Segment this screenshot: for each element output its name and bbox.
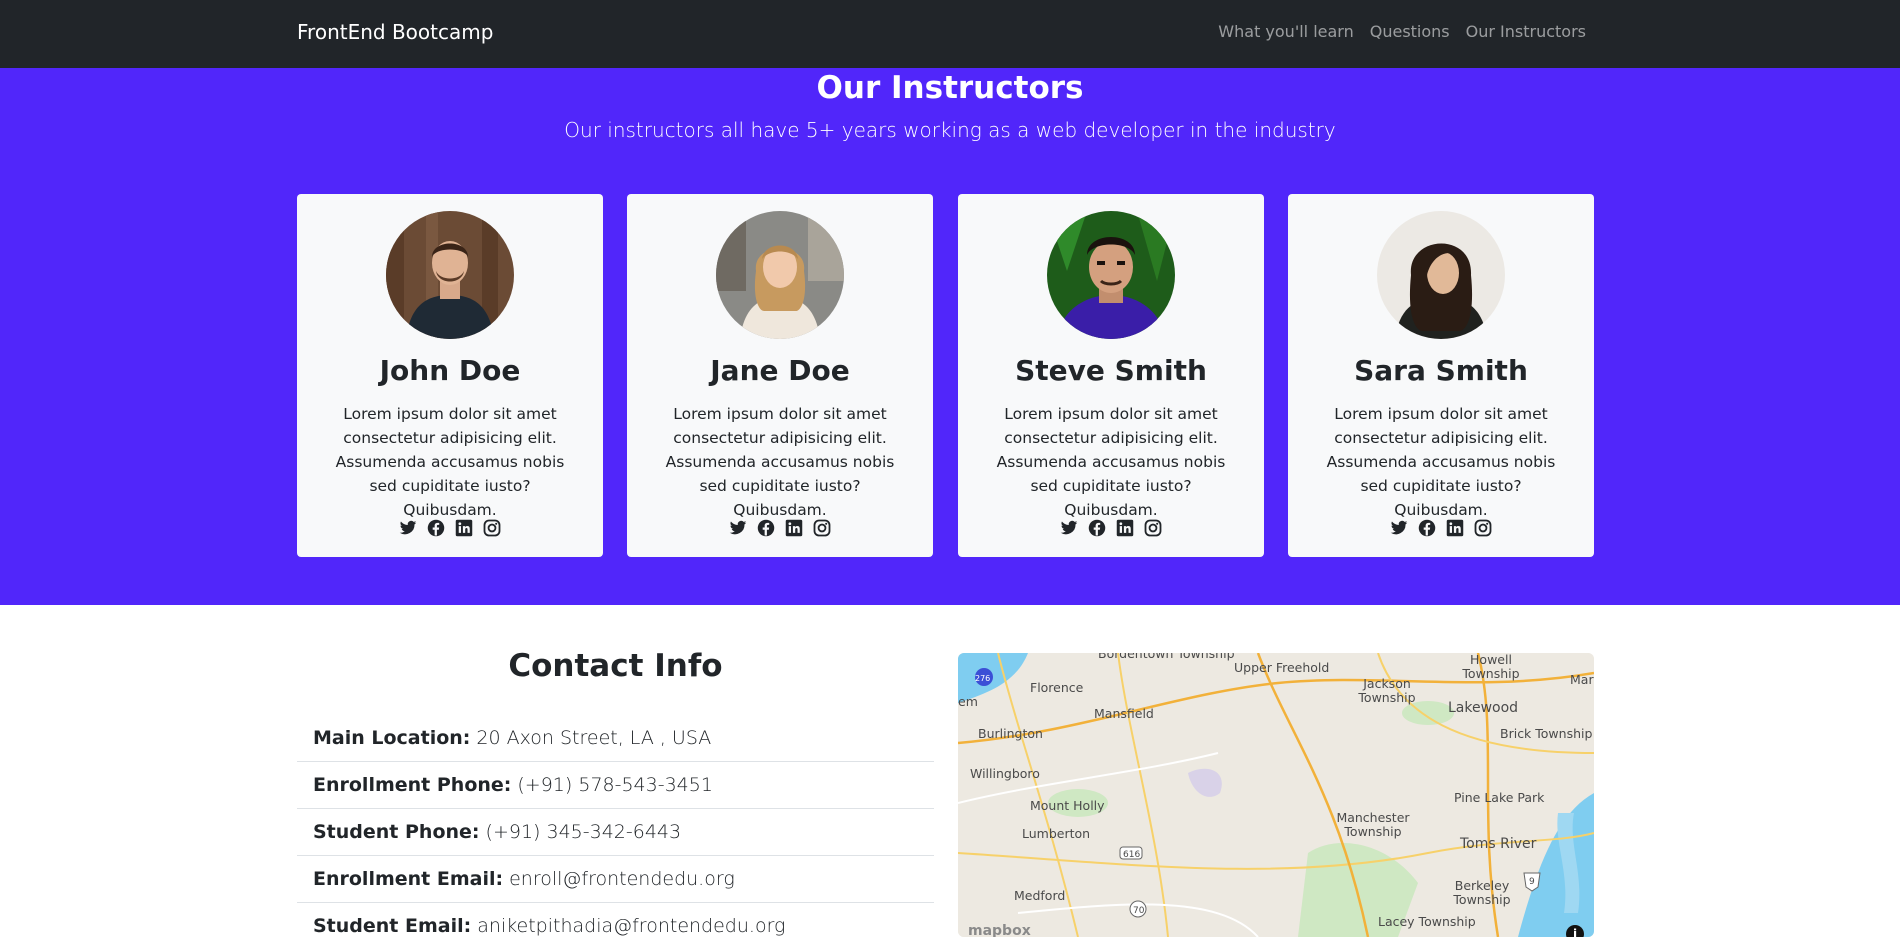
map-label: Jackson Township	[1358, 676, 1416, 705]
linkedin-icon[interactable]	[785, 519, 803, 537]
linkedin-icon[interactable]	[1446, 519, 1464, 537]
map-label: Burlington	[978, 726, 1043, 741]
social-links	[958, 519, 1264, 537]
contact-label: Enrollment Phone:	[313, 774, 512, 796]
info-icon[interactable]: i	[1566, 925, 1584, 937]
contact-item: Enrollment Email: enroll@frontendedu.org	[297, 856, 934, 903]
instructors-title: Our Instructors	[816, 70, 1084, 106]
map-label: Toms River	[1460, 836, 1537, 852]
facebook-icon[interactable]	[1418, 519, 1436, 537]
contact-item: Student Phone: (+91) 345-342-6443	[297, 809, 934, 856]
brand-link[interactable]: FrontEnd Bootcamp	[297, 20, 493, 44]
contact-value: (+91) 345-342-6443	[485, 821, 682, 843]
facebook-icon[interactable]	[757, 519, 775, 537]
map-label: Berkeley Township	[1453, 878, 1511, 907]
map-label: Lumberton	[1022, 826, 1091, 841]
map-label: Bordentown Township	[1098, 653, 1235, 661]
nav-link-learn[interactable]: What you'll learn	[1218, 22, 1353, 41]
instructors-section: Our Instructors Our instructors all have…	[0, 68, 1900, 605]
map-label: Willingboro	[970, 766, 1040, 781]
map-label: Mount Holly	[1030, 798, 1105, 813]
map-label: Mar	[1570, 672, 1594, 687]
instagram-icon[interactable]	[813, 519, 831, 537]
nav-link-questions[interactable]: Questions	[1370, 22, 1450, 41]
contact-list: Main Location: 20 Axon Street, LA , USA E…	[297, 715, 934, 937]
avatar	[386, 211, 514, 339]
twitter-icon[interactable]	[729, 519, 747, 537]
instructor-bio: Lorem ipsum dolor sit amet consectetur a…	[335, 405, 565, 519]
map[interactable]: Bordentown Township Upper Freehold Howel…	[958, 653, 1594, 937]
facebook-icon[interactable]	[427, 519, 445, 537]
contact-item: Main Location: 20 Axon Street, LA , USA	[297, 715, 934, 762]
twitter-icon[interactable]	[1060, 519, 1078, 537]
route-shield: 616	[1123, 850, 1141, 860]
twitter-icon[interactable]	[399, 519, 417, 537]
contact-value: (+91) 578-543-3451	[517, 774, 713, 796]
map-label: Brick Township	[1500, 726, 1593, 741]
contact-value: 20 Axon Street, LA , USA	[476, 727, 712, 749]
nav-links: What you'll learn Questions Our Instruct…	[1218, 22, 1586, 41]
instructor-name: Steve Smith	[1015, 354, 1207, 387]
contact-label: Student Email:	[313, 915, 472, 937]
contact-value: aniketpithadia@frontendedu.org	[477, 915, 786, 937]
contact-label: Student Phone:	[313, 821, 480, 843]
instructor-card: Sara Smith Lorem ipsum dolor sit amet co…	[1288, 194, 1594, 557]
instructor-bio: Lorem ipsum dolor sit amet consectetur a…	[1326, 405, 1556, 519]
avatar	[1047, 211, 1175, 339]
mapbox-logo[interactable]: mapbox	[968, 923, 1031, 937]
avatar	[716, 211, 844, 339]
avatar	[1377, 211, 1505, 339]
facebook-icon[interactable]	[1088, 519, 1106, 537]
navbar: FrontEnd Bootcamp What you'll learn Ques…	[0, 0, 1900, 68]
map-label: Howell Township	[1462, 653, 1520, 681]
social-links	[297, 519, 603, 537]
twitter-icon[interactable]	[1390, 519, 1408, 537]
contact-label: Main Location:	[313, 727, 471, 749]
instructor-name: Sara Smith	[1354, 354, 1528, 387]
linkedin-icon[interactable]	[455, 519, 473, 537]
contact-label: Enrollment Email:	[313, 868, 504, 890]
map-label: Lakewood	[1448, 700, 1519, 716]
instructor-name: Jane Doe	[710, 354, 850, 387]
instagram-icon[interactable]	[1144, 519, 1162, 537]
instagram-icon[interactable]	[483, 519, 501, 537]
contact-item: Enrollment Phone: (+91) 578-543-3451	[297, 762, 934, 809]
instructor-bio: Lorem ipsum dolor sit amet consectetur a…	[665, 405, 895, 519]
map-label: Mansfield	[1094, 706, 1154, 721]
map-label: Upper Freehold	[1234, 660, 1330, 675]
instructors-lead: Our instructors all have 5+ years workin…	[564, 118, 1336, 142]
map-label: Lacey Township	[1378, 914, 1476, 929]
route-shield: 70	[1133, 906, 1145, 916]
contact-item: Student Email: aniketpithadia@frontendedu…	[297, 903, 934, 937]
map-label: Manchester Township	[1336, 810, 1410, 839]
instructor-bio: Lorem ipsum dolor sit amet consectetur a…	[996, 405, 1226, 519]
instructor-card: Jane Doe Lorem ipsum dolor sit amet cons…	[627, 194, 933, 557]
contact-value: enroll@frontendedu.org	[509, 868, 735, 890]
instagram-icon[interactable]	[1474, 519, 1492, 537]
map-label: Florence	[1030, 680, 1084, 695]
route-shield: 9	[1529, 877, 1535, 887]
map-label: Medford	[1014, 888, 1066, 903]
map-label: em	[958, 694, 978, 709]
map-label: Pine Lake Park	[1454, 790, 1545, 805]
instructor-card: John Doe Lorem ipsum dolor sit amet cons…	[297, 194, 603, 557]
route-shield: 276	[975, 674, 991, 683]
nav-link-instructors[interactable]: Our Instructors	[1466, 22, 1586, 41]
contact-title: Contact Info	[508, 648, 723, 684]
instructor-name: John Doe	[379, 354, 521, 387]
linkedin-icon[interactable]	[1116, 519, 1134, 537]
instructor-card: Steve Smith Lorem ipsum dolor sit amet c…	[958, 194, 1264, 557]
social-links	[627, 519, 933, 537]
social-links	[1288, 519, 1594, 537]
